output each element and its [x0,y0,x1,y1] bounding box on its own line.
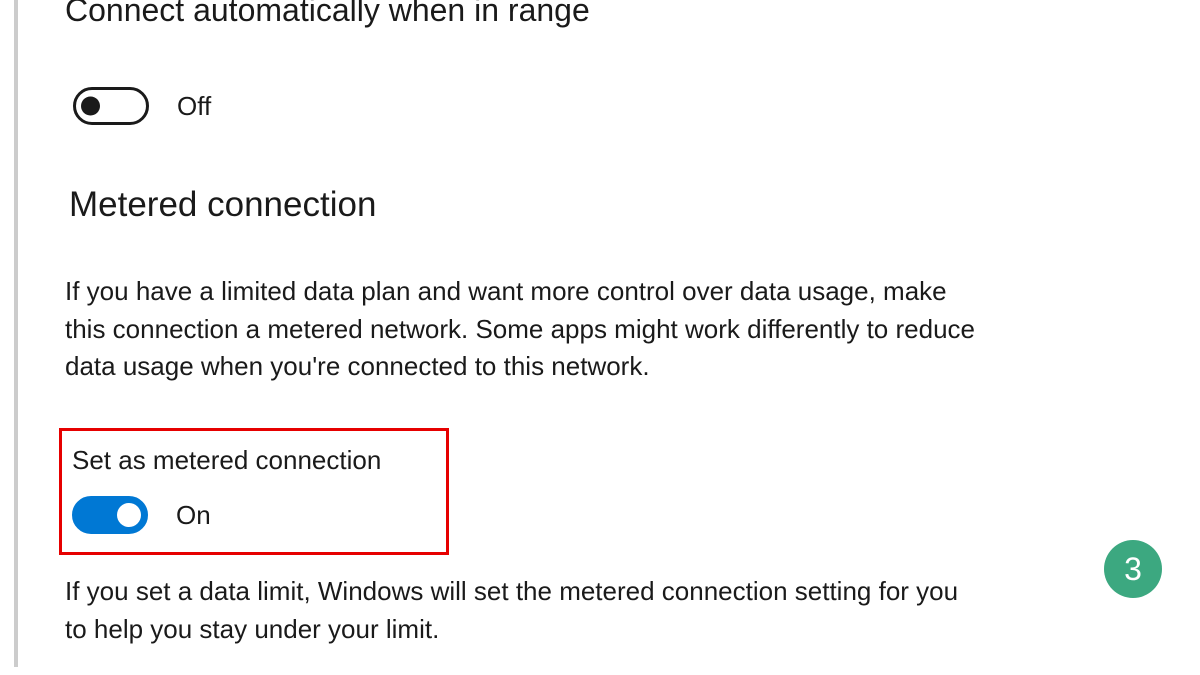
toggle-knob-icon [81,97,100,116]
toggle-knob-icon [117,503,141,527]
set-metered-toggle-row: On [72,496,436,534]
set-metered-label: Set as metered connection [72,445,436,476]
auto-connect-toggle-row: Off [65,87,1140,125]
data-limit-footnote: If you set a data limit, Windows will se… [65,573,985,648]
metered-highlight-box: Set as metered connection On [59,428,449,555]
auto-connect-toggle-label: Off [177,91,211,122]
settings-content: Connect automatically when in range Off … [0,0,1200,648]
step-badge: 3 [1104,540,1162,598]
set-metered-toggle[interactable] [72,496,148,534]
set-metered-toggle-label: On [176,500,211,531]
panel-left-border [14,0,18,667]
metered-connection-description: If you have a limited data plan and want… [65,273,985,386]
auto-connect-heading: Connect automatically when in range [65,0,1140,29]
auto-connect-toggle[interactable] [73,87,149,125]
metered-connection-heading: Metered connection [65,185,1140,225]
